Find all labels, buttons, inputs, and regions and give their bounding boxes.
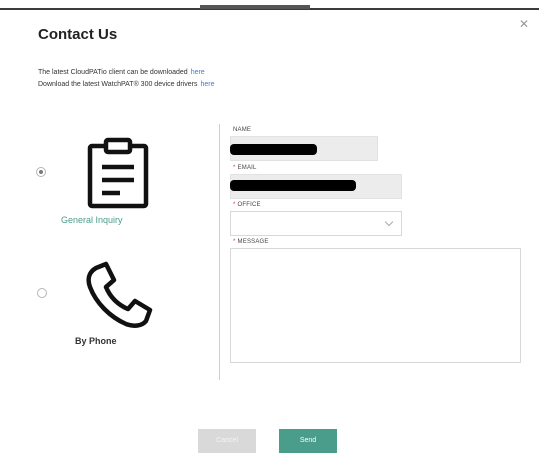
driver-download-info: Download the latest WatchPAT® 300 device…: [38, 81, 215, 88]
driver-download-text: Download the latest WatchPAT® 300 device…: [38, 81, 198, 88]
email-label-text: EMAIL: [237, 165, 257, 171]
office-label: * OFFICE: [233, 202, 261, 208]
message-label: * MESSAGE: [233, 239, 269, 245]
email-label: * EMAIL: [233, 165, 257, 171]
general-inquiry-radio[interactable]: [36, 167, 46, 177]
send-button[interactable]: Send: [279, 429, 337, 453]
by-phone-label[interactable]: By Phone: [75, 336, 117, 346]
cancel-button[interactable]: Cancel: [198, 429, 256, 453]
close-icon[interactable]: ✕: [517, 17, 531, 31]
clipboard-icon[interactable]: [84, 137, 152, 209]
name-label: NAME: [233, 127, 252, 133]
message-textarea[interactable]: [230, 248, 521, 363]
section-divider: [219, 124, 220, 380]
name-redaction: [230, 144, 317, 155]
client-download-link[interactable]: here: [191, 69, 205, 76]
client-download-info: The latest CloudPATio client can be down…: [38, 69, 205, 76]
driver-download-link[interactable]: here: [201, 81, 215, 88]
client-download-text: The latest CloudPATio client can be down…: [38, 69, 188, 76]
window-top-tab: [200, 5, 310, 9]
by-phone-radio[interactable]: [37, 288, 47, 298]
required-marker: *: [233, 202, 236, 208]
phone-icon[interactable]: [82, 260, 154, 328]
office-label-text: OFFICE: [237, 202, 261, 208]
office-select[interactable]: [230, 211, 402, 236]
general-inquiry-label[interactable]: General Inquiry: [61, 215, 123, 225]
required-marker: *: [233, 165, 236, 171]
dialog-title: Contact Us: [38, 26, 118, 43]
email-redaction: [230, 180, 356, 191]
required-marker: *: [233, 239, 236, 245]
message-label-text: MESSAGE: [237, 239, 269, 245]
